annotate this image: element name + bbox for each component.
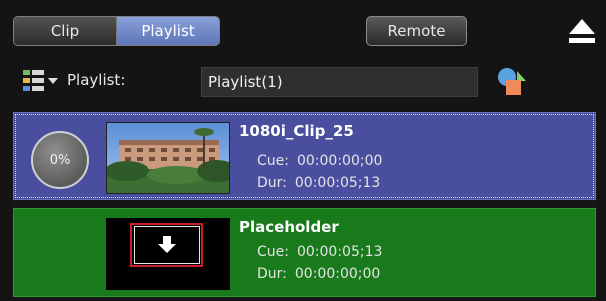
- cue-label: Cue:: [257, 244, 289, 260]
- remote-button[interactable]: Remote: [366, 16, 467, 46]
- clip-cue: Cue: 00:00:00;00: [257, 153, 382, 169]
- clip-thumbnail: [106, 122, 230, 194]
- placeholder-duration: Dur: 00:00:00;00: [257, 266, 380, 282]
- playlist-name-field[interactable]: Playlist(1): [201, 67, 478, 97]
- progress-indicator: 0%: [31, 131, 89, 189]
- cue-label: Cue:: [257, 153, 289, 169]
- list-item-placeholder[interactable]: Placeholder Cue: 00:00:05;13 Dur: 00:00:00…: [13, 208, 596, 297]
- shapes-icon[interactable]: [495, 65, 529, 99]
- dur-label: Dur:: [257, 266, 287, 282]
- clip-title: 1080i_Clip_25: [239, 122, 354, 140]
- tab-clip[interactable]: Clip: [14, 17, 117, 45]
- dur-value: 00:00:00;00: [294, 266, 381, 282]
- dur-value: 00:00:05;13: [294, 175, 381, 191]
- eject-icon[interactable]: [567, 17, 597, 45]
- dur-label: Dur:: [257, 175, 287, 191]
- cue-value: 00:00:00;00: [296, 153, 383, 169]
- cue-value: 00:00:05;13: [296, 244, 383, 260]
- download-button[interactable]: [130, 223, 203, 267]
- down-arrow-icon: [157, 236, 176, 253]
- placeholder-thumbnail: [106, 218, 230, 290]
- playlist-menu-icon[interactable]: [23, 69, 61, 93]
- placeholder-cue: Cue: 00:00:05;13: [257, 244, 382, 260]
- view-tabs: Clip Playlist: [13, 16, 220, 46]
- list-item-clip[interactable]: 0% 1080i_Clip_25 Cue: 00:00:00;00 Dur: 0…: [13, 112, 596, 200]
- placeholder-title: Placeholder: [239, 218, 339, 236]
- playlist-label: Playlist:: [67, 71, 126, 89]
- clip-duration: Dur: 00:00:05;13: [257, 175, 380, 191]
- tab-playlist[interactable]: Playlist: [117, 17, 219, 45]
- download-frame: [133, 226, 200, 264]
- playlist-list: 0% 1080i_Clip_25 Cue: 00:00:00;00 Dur: 0…: [13, 112, 596, 301]
